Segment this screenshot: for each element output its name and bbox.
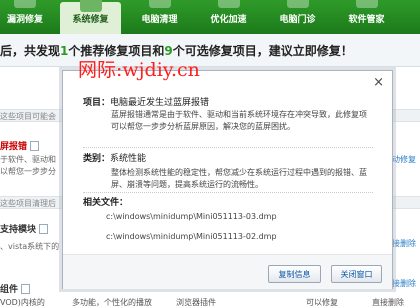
list-item-title[interactable]: 支持模块 <box>0 222 49 235</box>
close-window-button[interactable]: 关闭窗口 <box>331 265 382 283</box>
package-icon <box>355 0 378 8</box>
wrench-icon <box>79 0 102 12</box>
group-note: 这些项目清理后 <box>0 199 56 208</box>
files-label: 相关文件： <box>83 195 128 208</box>
tab-label: 优化加速 <box>210 15 247 25</box>
item-label: 项目： <box>83 98 111 108</box>
document-icon <box>30 141 40 151</box>
list-item-title[interactable]: 屏报错 <box>0 139 40 152</box>
tab-label: 漏洞修复 <box>6 15 43 25</box>
action-link[interactable]: 动修复 <box>392 154 416 165</box>
tab-optimize[interactable]: 优化加速 <box>198 0 259 34</box>
group-note: 这些项目可能会 <box>0 112 56 121</box>
item-title: 组件 <box>0 285 19 295</box>
row-cell: VOD)内核的 <box>0 298 45 307</box>
category-value: 系统性能 <box>110 154 147 164</box>
watermark-text: 网际:wjdiy.cn <box>78 59 200 81</box>
tab-pc-clinic[interactable]: 电脑门诊 <box>267 0 328 34</box>
row-cell[interactable]: 直接删除 <box>372 297 404 307</box>
tab-software-manager[interactable]: 软件管家 <box>336 0 397 34</box>
item-value: 电脑最近发生过蓝屏报错 <box>110 98 210 108</box>
document-icon <box>21 284 31 294</box>
tab-label: 电脑门诊 <box>279 15 316 25</box>
shield-icon <box>14 0 36 8</box>
list-item-desc: 、vista系统下的 <box>0 242 60 251</box>
category-field: 类别：系统性能 <box>83 151 146 164</box>
tab-label: 电脑清理 <box>141 15 178 25</box>
repair-detail-dialog: × 项目：电脑最近发生过蓝屏报错 蓝屏报错通常是由于软件、驱动和当前系统环境存在… <box>62 70 393 289</box>
tab-system-repair[interactable]: 系统修复 <box>60 0 121 34</box>
tab-vulnerability-fix[interactable]: 漏洞修复 <box>2 0 48 34</box>
item-field: 项目：电脑最近发生过蓝屏报错 <box>83 95 209 108</box>
tab-label: 系统修复 <box>72 15 109 25</box>
tab-pc-cleanup[interactable]: 电脑清理 <box>129 0 190 34</box>
files-heading: 相关文件： <box>83 198 129 208</box>
headline-prefix: 后，共发现 <box>0 44 61 58</box>
broom-icon <box>148 0 171 8</box>
row-cell: 多功能，个性化的播放 <box>72 298 152 307</box>
list-item-desc: 于软件、驱动和 <box>0 155 56 164</box>
list-item-title[interactable]: 组件 <box>0 282 31 295</box>
item-title: 支持模块 <box>0 225 37 235</box>
copy-info-button[interactable]: 复制信息 <box>268 265 321 283</box>
item-description: 蓝屏报错通常是由于软件、驱动和当前系统环境存在冲突导致，此修复项可以帮您一步步分… <box>111 110 367 131</box>
rocket-icon <box>217 0 240 8</box>
file-path: c:\windows\minidump\Mini051113-03.dmp <box>106 212 277 221</box>
section-divider <box>83 147 373 148</box>
section-divider <box>83 192 373 193</box>
category-description: 整体检测系统性能的稳定性，帮您减少在系统运行过程中遇到的报错、蓝屏、崩溃等问题，… <box>111 168 367 189</box>
row-cell: 可以修复 <box>306 298 338 307</box>
tab-label: 软件管家 <box>348 15 385 25</box>
main-toolbar: 漏洞修复 系统修复 电脑清理 优化加速 电脑门诊 软件管家 <box>0 0 420 34</box>
file-path: c:\windows\minidump\Mini051113-02.dmp <box>106 232 277 241</box>
category-label: 类别： <box>83 154 111 164</box>
row-cell: 浏览器插件 <box>176 298 216 307</box>
close-icon[interactable]: × <box>373 75 384 90</box>
document-icon <box>39 224 49 234</box>
clinic-icon <box>286 0 309 8</box>
list-item-desc: 以帮您一步步分 <box>0 167 56 176</box>
item-title: 屏报错 <box>0 142 28 152</box>
